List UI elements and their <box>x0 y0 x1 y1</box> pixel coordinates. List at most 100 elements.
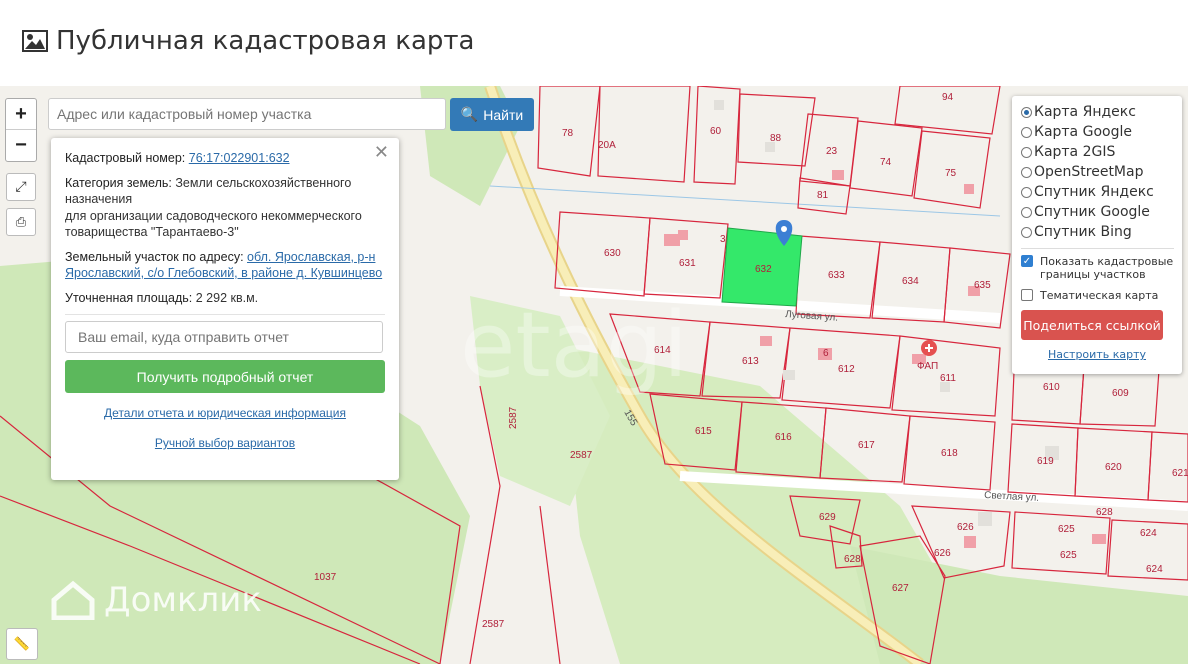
parcel-label: 78 <box>562 128 574 139</box>
parcel-label: 634 <box>902 276 919 287</box>
parcel-label: 624 <box>1146 564 1163 575</box>
parcel-label: 612 <box>838 364 855 375</box>
divider <box>1021 248 1174 249</box>
map-canvas[interactable]: 78 60 88 23 74 75 94 81 20А 630 631 3 63… <box>0 86 1188 664</box>
layer-option-label: Карта 2GIS <box>1034 144 1116 160</box>
parcel-label: 626 <box>934 548 951 559</box>
print-button[interactable]: ⎙ <box>6 208 36 236</box>
parcel-label: 2587 <box>508 406 519 429</box>
parcel-label: 81 <box>817 190 829 201</box>
find-button[interactable]: 🔍 Найти <box>450 98 534 131</box>
layer-option-2gis-map[interactable]: Карта 2GIS <box>1021 142 1182 162</box>
layer-option-label: Карта Google <box>1034 124 1132 140</box>
area-value: 2 292 кв.м. <box>195 290 259 305</box>
parcel-label: 620 <box>1105 462 1122 473</box>
manual-select-link-row: Ручной выбор вариантов <box>65 436 385 450</box>
parcel-label: 631 <box>679 258 696 269</box>
street-label-svetlaya: Светлая ул. <box>984 490 1040 504</box>
address-label: Земельный участок по адресу: <box>65 249 244 264</box>
report-details-link[interactable]: Детали отчета и юридическая информация <box>104 406 346 420</box>
get-report-button[interactable]: Получить подробный отчет <box>65 360 385 393</box>
layer-switcher: Карта Яндекс Карта Google Карта 2GIS Ope… <box>1012 96 1182 374</box>
layer-option-openstreetmap[interactable]: OpenStreetMap <box>1021 162 1182 182</box>
parcel-label: 609 <box>1112 388 1129 399</box>
category-purpose: для организации садоводческого некоммерч… <box>65 208 362 240</box>
parcel-label: 617 <box>858 440 875 451</box>
configure-map-link[interactable]: Настроить карту <box>1021 348 1173 361</box>
show-boundaries-toggle[interactable]: ✓ Показать кадастровые границы участков <box>1021 255 1182 281</box>
fullscreen-button[interactable]: ⤢ <box>6 173 36 201</box>
watermark-text: Домклик <box>104 580 262 620</box>
parcel-info-popup: ✕ Кадастровый номер: 76:17:022901:632 Ка… <box>51 138 399 480</box>
radio-button[interactable] <box>1021 166 1032 178</box>
layer-option-label: Спутник Яндекс <box>1034 184 1154 200</box>
parcel-label: 619 <box>1037 456 1054 467</box>
parcel-label: 20А <box>598 140 616 151</box>
house-logo-icon <box>51 580 95 620</box>
layer-option-label: Карта Яндекс <box>1034 104 1136 120</box>
layer-option-bing-satellite[interactable]: Спутник Bing <box>1021 222 1182 242</box>
area-row: Уточненная площадь: 2 292 кв.м. <box>65 290 385 307</box>
street-label-lugovaya: Луговая ул. <box>785 309 839 324</box>
radio-button[interactable] <box>1021 126 1032 138</box>
parcel-label: 625 <box>1058 524 1075 535</box>
zoom-out-button[interactable]: − <box>6 130 36 160</box>
close-icon[interactable]: ✕ <box>374 142 389 163</box>
address-row: Земельный участок по адресу: обл. Яросла… <box>65 249 385 282</box>
zoom-in-button[interactable]: + <box>6 99 36 130</box>
layer-option-label: Спутник Bing <box>1034 224 1132 240</box>
parcel-label: 616 <box>775 432 792 443</box>
parcel-label: 635 <box>974 280 991 291</box>
ruler-button[interactable]: 📏 <box>6 628 38 660</box>
page-title-text: Публичная кадастровая карта <box>56 26 475 56</box>
area-label: Уточненная площадь: <box>65 290 193 305</box>
ruler-icon: 📏 <box>13 636 31 652</box>
parcel-label: 627 <box>892 583 909 594</box>
layer-option-label: OpenStreetMap <box>1034 164 1144 180</box>
show-boundaries-label: Показать кадастровые границы участков <box>1040 255 1174 281</box>
radio-button[interactable] <box>1021 186 1032 198</box>
email-field[interactable] <box>65 321 383 353</box>
parcel-label: ФАП <box>917 361 938 372</box>
parcel-label: 629 <box>819 512 836 523</box>
image-icon <box>22 30 48 52</box>
parcel-label: 74 <box>880 157 892 168</box>
layer-option-yandex-map[interactable]: Карта Яндекс <box>1021 102 1182 122</box>
parcel-label: 6 <box>823 348 829 359</box>
parcel-label: 3 <box>720 234 726 245</box>
divider <box>65 314 385 315</box>
parcel-label: 626 <box>957 522 974 533</box>
radio-button[interactable] <box>1021 226 1032 238</box>
parcel-label: 633 <box>828 270 845 281</box>
cadastral-number-row: Кадастровый номер: 76:17:022901:632 <box>65 150 385 167</box>
checkbox[interactable] <box>1021 289 1033 301</box>
find-button-label: Найти <box>483 106 524 123</box>
parcel-label: 621 <box>1172 468 1188 479</box>
parcel-label: 1037 <box>314 572 337 583</box>
share-link-button[interactable]: Поделиться ссылкой <box>1021 310 1163 340</box>
layer-option-yandex-satellite[interactable]: Спутник Яндекс <box>1021 182 1182 202</box>
manual-select-link[interactable]: Ручной выбор вариантов <box>155 436 295 450</box>
parcel-label: 610 <box>1043 382 1060 393</box>
cadastral-number-link[interactable]: 76:17:022901:632 <box>189 151 290 165</box>
layer-option-google-satellite[interactable]: Спутник Google <box>1021 202 1182 222</box>
parcel-label: 615 <box>695 426 712 437</box>
radio-button[interactable] <box>1021 146 1032 158</box>
domklik-watermark: Домклик <box>50 580 262 620</box>
parcel-label: 613 <box>742 356 759 367</box>
search-icon: 🔍 <box>460 106 479 122</box>
printer-icon: ⎙ <box>15 214 27 230</box>
parcel-label: 94 <box>942 92 954 103</box>
radio-button[interactable] <box>1021 206 1032 218</box>
parcel-label: 624 <box>1140 528 1157 539</box>
radio-button[interactable] <box>1021 106 1032 118</box>
layer-option-google-map[interactable]: Карта Google <box>1021 122 1182 142</box>
stream <box>489 185 1001 217</box>
marker-dot <box>781 226 787 232</box>
layer-option-label: Спутник Google <box>1034 204 1150 220</box>
search-input[interactable] <box>48 98 446 130</box>
checkbox-checked-icon[interactable]: ✓ <box>1021 255 1033 267</box>
parcel-label: 628 <box>1096 507 1113 518</box>
thematic-map-toggle[interactable]: Тематическая карта <box>1021 289 1182 302</box>
parcel-label: 625 <box>1060 550 1077 561</box>
